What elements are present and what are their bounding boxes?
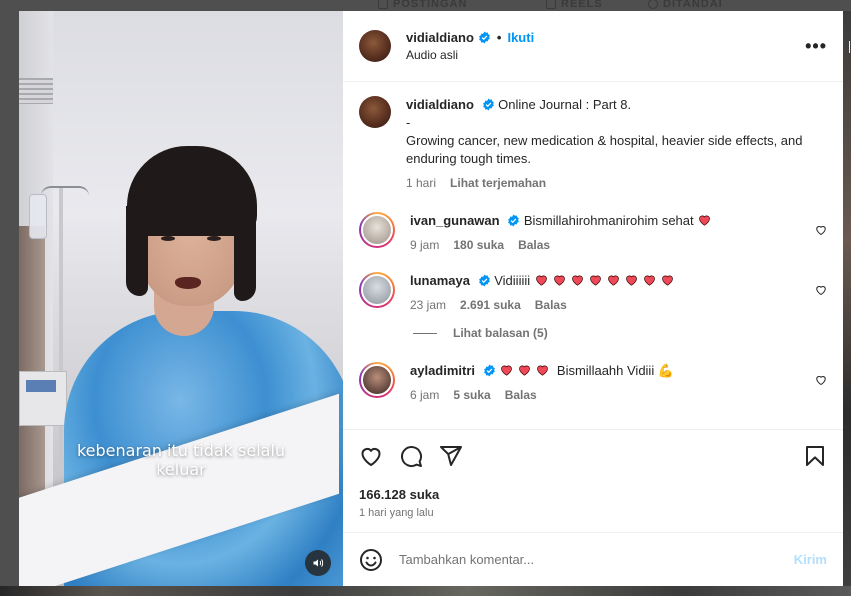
comment-likes[interactable]: 2.691 suka xyxy=(460,298,521,312)
heart-emoji xyxy=(535,275,547,286)
verified-icon xyxy=(478,274,490,287)
verified-icon xyxy=(479,31,490,44)
heart-emoji xyxy=(625,275,637,286)
like-comment-heart-icon[interactable] xyxy=(815,224,827,236)
comment-item: ayladimitri Bismillaahh Vidiii 💪 6 jam 5… xyxy=(359,362,827,402)
verified-icon xyxy=(508,214,520,227)
heart-emoji xyxy=(519,365,531,376)
bg-tab-label: POSTINGAN xyxy=(393,0,468,10)
heart-emoji-group xyxy=(534,273,678,288)
post-caption: vidialdiano Online Journal : Part 8. - G… xyxy=(359,96,827,190)
avatar[interactable] xyxy=(359,96,391,128)
avatar[interactable] xyxy=(359,212,395,248)
comment-time[interactable]: 6 jam xyxy=(410,388,439,402)
flexed-biceps-emoji: 💪 xyxy=(657,363,675,378)
reel-video[interactable]: kebenaran itu tidak selalu keluar xyxy=(19,11,343,586)
tagged-icon xyxy=(648,0,658,9)
replies-divider xyxy=(413,332,437,334)
bg-grid-thumbnails xyxy=(0,586,851,596)
reply-button[interactable]: Balas xyxy=(535,298,567,312)
post-panel: vidialdiano • Ikuti Audio asli ••• vidia… xyxy=(343,11,843,586)
video-caption: kebenaran itu tidak selalu keluar xyxy=(19,441,343,479)
share-icon[interactable] xyxy=(439,444,463,468)
avatar[interactable] xyxy=(359,30,391,62)
view-replies-label: Lihat balasan (5) xyxy=(453,326,548,340)
bg-tab-reels[interactable]: REELS xyxy=(546,0,603,10)
bg-tab-label: REELS xyxy=(561,0,603,10)
heart-emoji xyxy=(661,275,673,286)
heart-emoji xyxy=(501,365,513,376)
heart-icon[interactable] xyxy=(359,444,383,468)
follow-button[interactable]: Ikuti xyxy=(507,30,534,45)
post-modal: kebenaran itu tidak selalu keluar vidial… xyxy=(19,11,843,586)
verified-icon xyxy=(483,364,495,377)
like-comment-heart-icon[interactable] xyxy=(815,374,827,386)
comment-icon[interactable] xyxy=(399,444,423,468)
bg-tab-posts[interactable]: POSTINGAN xyxy=(378,0,467,10)
post-actions xyxy=(343,429,843,481)
comment-item: lunamaya Vidiiiiii 23 jam 2.691 suka Bal… xyxy=(359,272,827,312)
heart-emoji xyxy=(537,365,549,376)
comment-username[interactable]: lunamaya xyxy=(410,273,470,288)
likes-count[interactable]: 166.128 suka xyxy=(343,481,843,502)
next-post-strip xyxy=(843,11,851,586)
comment-input[interactable] xyxy=(399,552,759,567)
post-author-username[interactable]: vidialdiano xyxy=(406,30,474,45)
bookmark-icon[interactable] xyxy=(803,444,827,468)
translate-link[interactable]: Lihat terjemahan xyxy=(450,176,546,190)
bg-tab-label: DITANDAI xyxy=(663,0,723,10)
avatar[interactable] xyxy=(359,362,395,398)
reply-button[interactable]: Balas xyxy=(505,388,537,402)
like-comment-heart-icon[interactable] xyxy=(815,284,827,296)
comment-text: Vidiiiiii xyxy=(494,273,531,288)
heart-emoji xyxy=(571,275,583,286)
emoji-icon[interactable] xyxy=(359,548,383,572)
heart-emoji xyxy=(589,275,601,286)
caption-body: Growing cancer, new medication & hospita… xyxy=(406,133,803,166)
caption-line: keluar xyxy=(156,460,206,479)
comment-likes[interactable]: 180 suka xyxy=(453,238,504,252)
add-comment-bar: Kirim xyxy=(343,532,843,586)
avatar[interactable] xyxy=(359,272,395,308)
comment-text: Bismillaahh Vidiii xyxy=(556,363,655,378)
bg-tab-tagged[interactable]: DITANDAI xyxy=(648,0,723,10)
comment-time[interactable]: 9 jam xyxy=(410,238,439,252)
comment-item: ivan_gunawan Bismillahirohmanirohim seha… xyxy=(359,212,827,252)
heart-emoji xyxy=(553,275,565,286)
post-header: vidialdiano • Ikuti Audio asli ••• xyxy=(343,11,843,82)
comment-username[interactable]: ayladimitri xyxy=(410,363,475,378)
heart-emoji-group xyxy=(499,363,553,378)
heart-emoji-group xyxy=(697,213,715,228)
view-replies-button[interactable]: Lihat balasan (5) xyxy=(413,326,827,340)
reels-icon xyxy=(546,0,556,9)
chevron-right-icon[interactable] xyxy=(844,41,850,53)
reply-button[interactable]: Balas xyxy=(518,238,550,252)
post-comment-button[interactable]: Kirim xyxy=(794,552,827,567)
more-options-button[interactable]: ••• xyxy=(805,36,827,57)
more-icon: ••• xyxy=(805,36,827,56)
caption-title: Online Journal : Part 8. xyxy=(498,97,632,112)
speaker-icon xyxy=(313,559,324,567)
comment-time[interactable]: 23 jam xyxy=(410,298,446,312)
separator-dot: • xyxy=(496,30,502,45)
post-date: 1 hari yang lalu xyxy=(359,507,434,519)
caption-dash: - xyxy=(406,115,411,130)
mute-button[interactable] xyxy=(305,550,331,576)
heart-emoji xyxy=(643,275,655,286)
comment-username[interactable]: ivan_gunawan xyxy=(410,213,500,228)
verified-icon xyxy=(482,98,494,111)
caption-time[interactable]: 1 hari xyxy=(406,176,436,190)
comments-section: vidialdiano Online Journal : Part 8. - G… xyxy=(343,82,843,429)
comment-likes[interactable]: 5 suka xyxy=(453,388,490,402)
grid-icon xyxy=(378,0,388,9)
heart-emoji xyxy=(607,275,619,286)
caption-username[interactable]: vidialdiano xyxy=(406,97,474,112)
audio-link[interactable]: Audio asli xyxy=(406,48,534,62)
heart-emoji xyxy=(699,215,711,226)
caption-line: kebenaran itu tidak selalu xyxy=(76,441,286,460)
comment-text: Bismillahirohmanirohim sehat xyxy=(523,213,694,228)
